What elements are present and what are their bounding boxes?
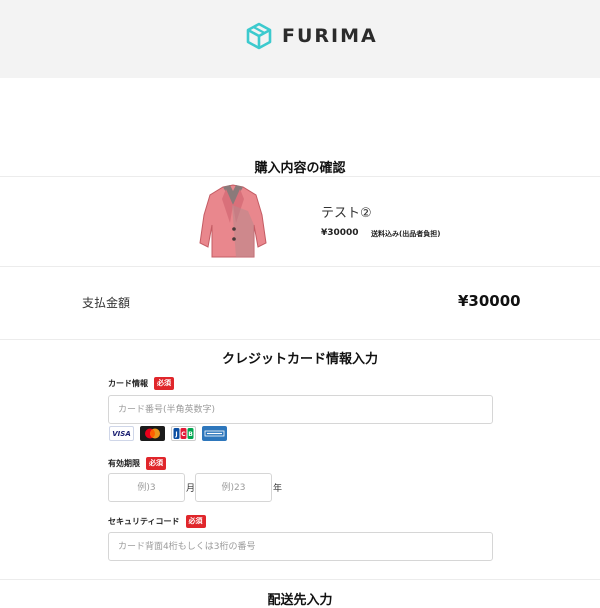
item-price: ¥30000 bbox=[321, 228, 359, 238]
payment-label: 支払金額 bbox=[82, 296, 131, 310]
security-code-label-text: セキュリティコード bbox=[108, 517, 180, 526]
amex-card-icon bbox=[202, 426, 227, 441]
expiry-label: 有効期限 必須 bbox=[108, 457, 166, 470]
visa-card-icon: VISA bbox=[109, 426, 134, 441]
card-number-input[interactable] bbox=[108, 395, 493, 424]
confirm-title: 購入内容の確認 bbox=[254, 161, 346, 176]
expiry-label-text: 有効期限 bbox=[108, 459, 140, 468]
svg-text:J: J bbox=[174, 431, 177, 438]
payment-amount: ¥30000 bbox=[458, 292, 521, 310]
expiry-month-input[interactable] bbox=[108, 473, 185, 502]
credit-card-title: クレジットカード情報入力 bbox=[221, 352, 378, 367]
item-shipping-note: 送料込み(出品者負担) bbox=[371, 230, 441, 238]
divider bbox=[0, 176, 600, 177]
security-code-input[interactable] bbox=[108, 532, 493, 561]
header-bar: FURIMA bbox=[0, 0, 600, 78]
divider bbox=[0, 339, 600, 340]
svg-text:B: B bbox=[188, 431, 193, 438]
cube-logo-icon bbox=[246, 22, 272, 50]
expiry-year-input[interactable] bbox=[195, 473, 272, 502]
mastercard-icon bbox=[140, 426, 165, 441]
required-badge: 必須 bbox=[185, 515, 206, 528]
card-brand-list: VISA J C B bbox=[109, 426, 227, 441]
divider bbox=[0, 579, 600, 580]
security-code-label: セキュリティコード 必須 bbox=[108, 515, 206, 528]
divider bbox=[0, 266, 600, 267]
svg-text:C: C bbox=[181, 431, 186, 438]
year-unit: 年 bbox=[273, 484, 283, 494]
card-info-label-text: カード情報 bbox=[108, 379, 148, 388]
required-badge: 必須 bbox=[146, 457, 166, 470]
jcb-card-icon: J C B bbox=[171, 426, 196, 441]
brand-logo[interactable]: FURIMA bbox=[245, 21, 378, 51]
shipping-title: 配送先入力 bbox=[267, 593, 333, 608]
month-unit: 月 bbox=[186, 484, 196, 494]
item-name: テスト② bbox=[321, 206, 372, 221]
required-badge: 必須 bbox=[154, 377, 174, 390]
item-jacket-image bbox=[199, 184, 267, 258]
card-info-label: カード情報 必須 bbox=[108, 377, 174, 390]
brand-name: FURIMA bbox=[282, 25, 378, 47]
